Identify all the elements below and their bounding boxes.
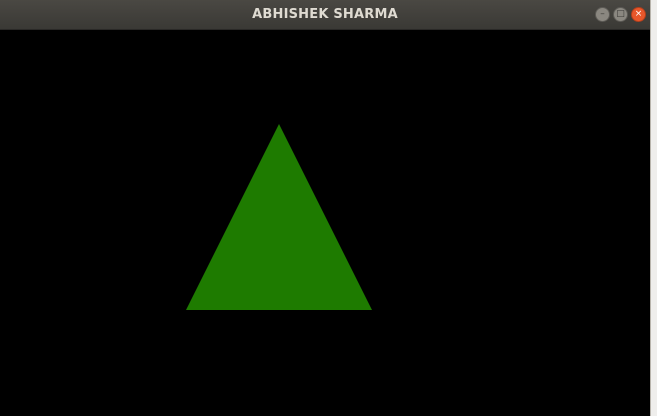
app-window: ABHISHEK SHARMA – □ × [0,0,650,416]
minimize-button[interactable]: – [595,7,610,22]
render-canvas [0,30,650,416]
close-button[interactable]: × [631,7,646,22]
green-triangle [186,124,372,310]
window-controls: – □ × [595,7,646,23]
close-icon: × [634,9,643,19]
background-window-edge [650,0,657,416]
maximize-button[interactable]: □ [613,7,628,22]
minimize-icon: – [600,9,605,19]
title-bar[interactable]: ABHISHEK SHARMA – □ × [0,0,650,30]
maximize-icon: □ [616,9,625,19]
window-title: ABHISHEK SHARMA [252,7,398,22]
canvas-svg [186,124,372,310]
